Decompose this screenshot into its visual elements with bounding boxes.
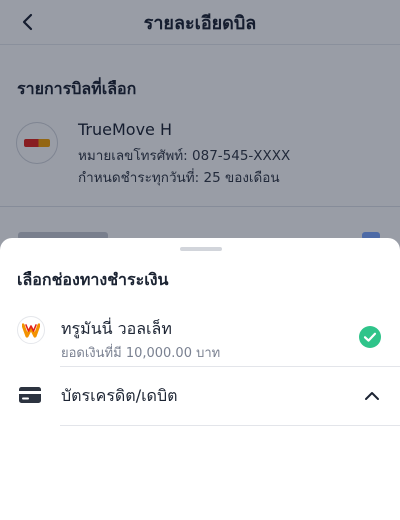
payment-option-truemoney-wallet[interactable]: ทรูมันนี่ วอลเล็ท ยอดเงินที่มี 10,000.00… [0,312,400,366]
option-divider [60,425,400,426]
payment-option-credit-debit-card[interactable]: บัตรเครดิต/เดบิต [0,378,400,418]
check-circle-icon [359,326,381,348]
card-option-label: บัตรเครดิต/เดบิต [61,386,178,405]
wallet-option-label: ทรูมันนี่ วอลเล็ท [61,319,172,338]
credit-card-icon [19,387,41,403]
payment-method-sheet: เลือกช่องทางชำระเงิน ทรูมันนี่ วอลเล็ท ย… [0,238,400,520]
chevron-up-icon[interactable] [364,388,380,404]
option-divider [60,366,400,367]
sheet-drag-handle[interactable] [180,247,222,251]
sheet-title: เลือกช่องทางชำระเงิน [17,270,169,289]
wallet-balance: ยอดเงินที่มี 10,000.00 บาท [61,346,221,361]
truemoney-wallet-icon [17,316,45,344]
